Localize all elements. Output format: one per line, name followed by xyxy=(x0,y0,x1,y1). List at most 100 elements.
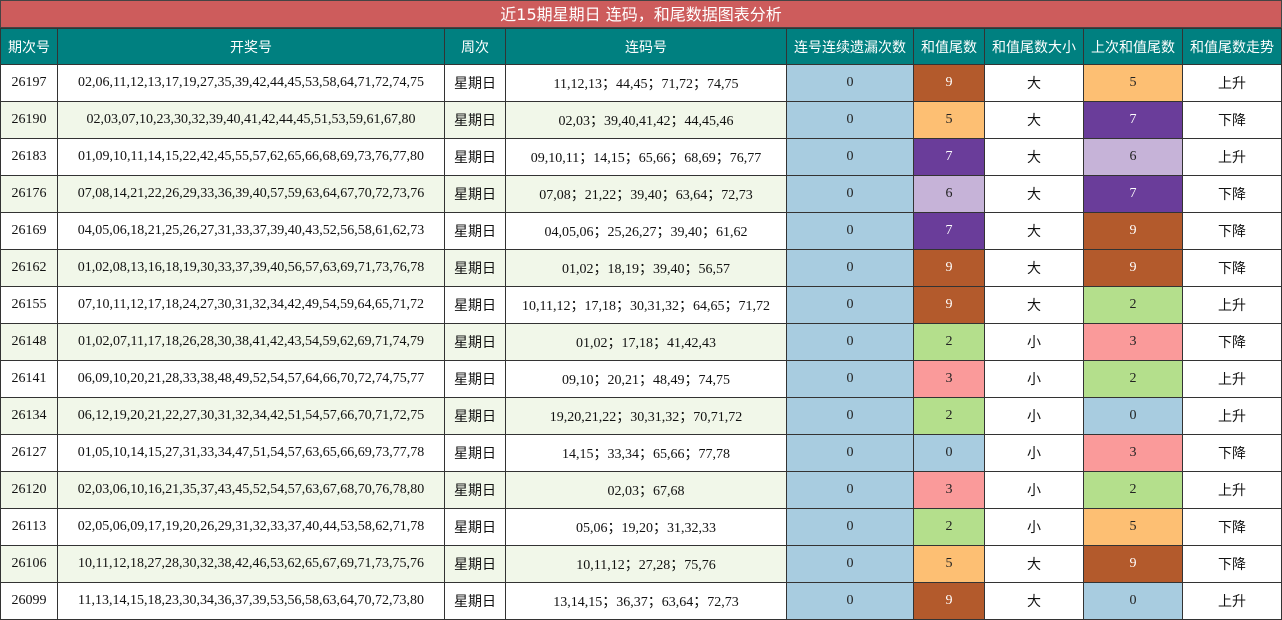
cell-trend: 下降 xyxy=(1182,323,1282,361)
cell-weekday: 星期日 xyxy=(444,138,506,176)
cell-miss-count: 0 xyxy=(786,397,914,435)
table-row: 26197 02,06,11,12,13,17,19,27,35,39,42,44… xyxy=(0,64,1282,102)
cell-sum-tail: 0 xyxy=(913,434,985,472)
cell-consecutive: 10,11,12；17,18；30,31,32；64,65；71,72 xyxy=(505,286,787,324)
cell-sum-tail: 9 xyxy=(913,286,985,324)
cell-tail-size: 大 xyxy=(984,101,1084,139)
table-row: 26141 06,09,10,20,21,28,33,38,48,49,52,54… xyxy=(0,360,1282,398)
cell-sum-tail: 2 xyxy=(913,397,985,435)
cell-sum-tail: 5 xyxy=(913,101,985,139)
cell-tail-size: 小 xyxy=(984,360,1084,398)
cell-consecutive: 10,11,12；27,28；75,76 xyxy=(505,545,787,583)
cell-numbers: 02,06,11,12,13,17,19,27,35,39,42,44,45,5… xyxy=(57,64,445,102)
cell-numbers: 01,05,10,14,15,27,31,33,34,47,51,54,57,6… xyxy=(57,434,445,472)
cell-sum-tail: 9 xyxy=(913,249,985,287)
cell-prev-tail: 9 xyxy=(1083,545,1183,583)
cell-numbers: 02,03,06,10,16,21,35,37,43,45,52,54,57,6… xyxy=(57,471,445,509)
cell-period: 26176 xyxy=(0,175,58,213)
table-row: 26162 01,02,08,13,16,18,19,30,33,37,39,40… xyxy=(0,249,1282,287)
cell-period: 26113 xyxy=(0,508,58,546)
cell-sum-tail: 9 xyxy=(913,582,985,620)
cell-miss-count: 0 xyxy=(786,286,914,324)
cell-numbers: 11,13,14,15,18,23,30,34,36,37,39,53,56,5… xyxy=(57,582,445,620)
cell-weekday: 星期日 xyxy=(444,286,506,324)
table-row: 26120 02,03,06,10,16,21,35,37,43,45,52,54… xyxy=(0,471,1282,509)
cell-weekday: 星期日 xyxy=(444,175,506,213)
cell-period: 26141 xyxy=(0,360,58,398)
cell-trend: 上升 xyxy=(1182,138,1282,176)
cell-consecutive: 07,08；21,22；39,40；63,64；72,73 xyxy=(505,175,787,213)
cell-numbers: 10,11,12,18,27,28,30,32,38,42,46,53,62,6… xyxy=(57,545,445,583)
cell-numbers: 06,12,19,20,21,22,27,30,31,32,34,42,51,5… xyxy=(57,397,445,435)
cell-prev-tail: 5 xyxy=(1083,508,1183,546)
cell-tail-size: 大 xyxy=(984,545,1084,583)
cell-sum-tail: 2 xyxy=(913,323,985,361)
cell-miss-count: 0 xyxy=(786,138,914,176)
cell-consecutive: 05,06；19,20；31,32,33 xyxy=(505,508,787,546)
cell-prev-tail: 7 xyxy=(1083,101,1183,139)
cell-numbers: 01,02,08,13,16,18,19,30,33,37,39,40,56,5… xyxy=(57,249,445,287)
cell-trend: 下降 xyxy=(1182,212,1282,250)
cell-weekday: 星期日 xyxy=(444,545,506,583)
cell-prev-tail: 0 xyxy=(1083,397,1183,435)
cell-weekday: 星期日 xyxy=(444,434,506,472)
cell-numbers: 07,10,11,12,17,18,24,27,30,31,32,34,42,4… xyxy=(57,286,445,324)
cell-weekday: 星期日 xyxy=(444,582,506,620)
cell-tail-size: 大 xyxy=(984,286,1084,324)
cell-trend: 上升 xyxy=(1182,64,1282,102)
cell-period: 26183 xyxy=(0,138,58,176)
cell-period: 26148 xyxy=(0,323,58,361)
cell-tail-size: 大 xyxy=(984,249,1084,287)
cell-trend: 下降 xyxy=(1182,175,1282,213)
cell-prev-tail: 2 xyxy=(1083,286,1183,324)
cell-trend: 上升 xyxy=(1182,471,1282,509)
cell-period: 26106 xyxy=(0,545,58,583)
cell-numbers: 07,08,14,21,22,26,29,33,36,39,40,57,59,6… xyxy=(57,175,445,213)
cell-consecutive: 09,10；20,21；48,49；74,75 xyxy=(505,360,787,398)
cell-miss-count: 0 xyxy=(786,249,914,287)
cell-tail-size: 小 xyxy=(984,471,1084,509)
cell-tail-size: 小 xyxy=(984,508,1084,546)
table-row: 26106 10,11,12,18,27,28,30,32,38,42,46,53… xyxy=(0,545,1282,583)
header-trend: 和值尾数走势 xyxy=(1182,28,1282,65)
cell-consecutive: 19,20,21,22；30,31,32；70,71,72 xyxy=(505,397,787,435)
table-row: 26183 01,09,10,11,14,15,22,42,45,55,57,62… xyxy=(0,138,1282,176)
cell-miss-count: 0 xyxy=(786,175,914,213)
cell-sum-tail: 9 xyxy=(913,64,985,102)
cell-numbers: 01,09,10,11,14,15,22,42,45,55,57,62,65,6… xyxy=(57,138,445,176)
cell-prev-tail: 5 xyxy=(1083,64,1183,102)
cell-prev-tail: 2 xyxy=(1083,360,1183,398)
cell-period: 26120 xyxy=(0,471,58,509)
cell-miss-count: 0 xyxy=(786,582,914,620)
cell-consecutive: 04,05,06；25,26,27；39,40；61,62 xyxy=(505,212,787,250)
cell-sum-tail: 7 xyxy=(913,212,985,250)
cell-prev-tail: 3 xyxy=(1083,323,1183,361)
table-row: 26113 02,05,06,09,17,19,20,26,29,31,32,33… xyxy=(0,508,1282,546)
table-row: 26099 11,13,14,15,18,23,30,34,36,37,39,53… xyxy=(0,582,1282,620)
table-row: 26134 06,12,19,20,21,22,27,30,31,32,34,42… xyxy=(0,397,1282,435)
cell-weekday: 星期日 xyxy=(444,508,506,546)
cell-prev-tail: 0 xyxy=(1083,582,1183,620)
cell-sum-tail: 6 xyxy=(913,175,985,213)
cell-numbers: 02,05,06,09,17,19,20,26,29,31,32,33,37,4… xyxy=(57,508,445,546)
cell-miss-count: 0 xyxy=(786,360,914,398)
data-table: 期次号 开奖号 周次 连码号 连号连续遗漏次数 和值尾数 和值尾数大小 上次和值… xyxy=(0,28,1282,620)
cell-trend: 下降 xyxy=(1182,101,1282,139)
table-row: 26176 07,08,14,21,22,26,29,33,36,39,40,57… xyxy=(0,175,1282,213)
cell-prev-tail: 9 xyxy=(1083,212,1183,250)
cell-miss-count: 0 xyxy=(786,545,914,583)
cell-consecutive: 13,14,15；36,37；63,64；72,73 xyxy=(505,582,787,620)
header-numbers: 开奖号 xyxy=(57,28,445,65)
cell-sum-tail: 5 xyxy=(913,545,985,583)
cell-trend: 下降 xyxy=(1182,508,1282,546)
cell-prev-tail: 6 xyxy=(1083,138,1183,176)
header-weekday: 周次 xyxy=(444,28,506,65)
header-prev-tail: 上次和值尾数 xyxy=(1083,28,1183,65)
cell-trend: 下降 xyxy=(1182,249,1282,287)
cell-trend: 下降 xyxy=(1182,434,1282,472)
cell-tail-size: 大 xyxy=(984,582,1084,620)
cell-numbers: 04,05,06,18,21,25,26,27,31,33,37,39,40,4… xyxy=(57,212,445,250)
cell-consecutive: 14,15；33,34；65,66；77,78 xyxy=(505,434,787,472)
cell-trend: 下降 xyxy=(1182,545,1282,583)
cell-tail-size: 小 xyxy=(984,434,1084,472)
